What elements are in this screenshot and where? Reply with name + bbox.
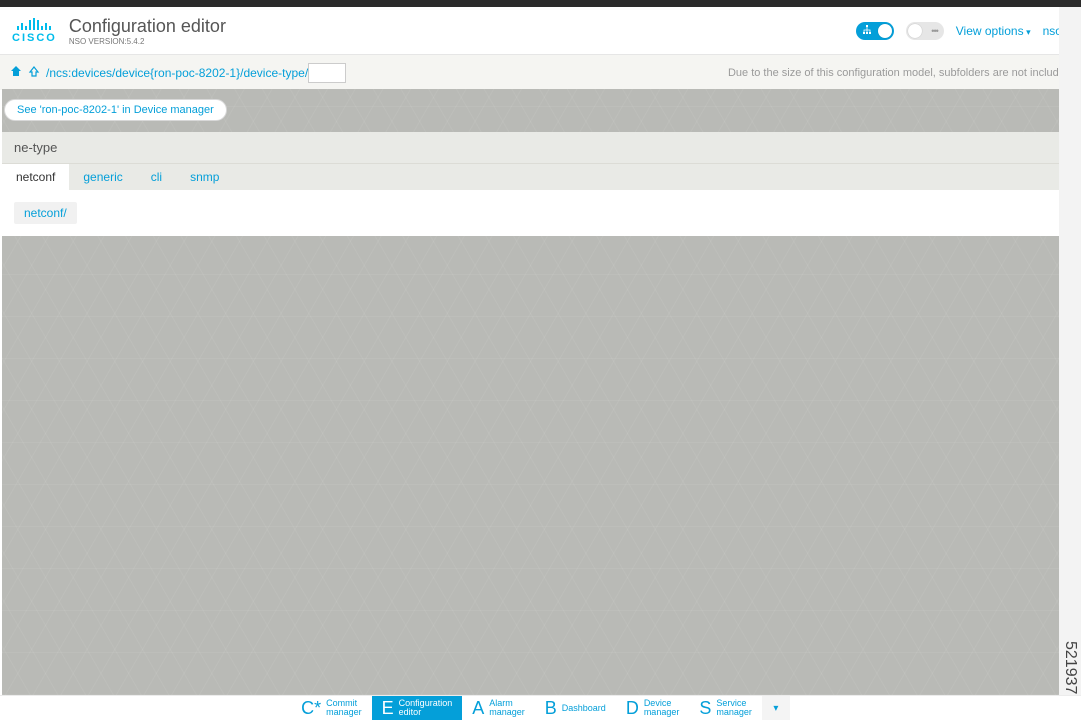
nav-letter: E <box>382 698 394 719</box>
home-icon[interactable] <box>10 65 22 80</box>
cisco-logo: CISCO <box>12 18 57 44</box>
panel-title: ne-type <box>2 132 1059 163</box>
breadcrumb-path[interactable]: /ncs:devices/device{ron-poc-8202-1}/devi… <box>46 66 308 80</box>
panel-body: netconf/ <box>2 190 1059 236</box>
tab-cli[interactable]: cli <box>137 164 176 190</box>
sitemap-icon <box>862 25 872 37</box>
ellipsis-icon: ••• <box>931 26 937 36</box>
page-title: Configuration editor <box>69 16 226 37</box>
app-header: CISCO Configuration editor NSO VERSION:5… <box>0 7 1081 55</box>
chevron-down-icon: ▾ <box>773 703 778 714</box>
nav-service-manager[interactable]: S Servicemanager <box>689 696 762 720</box>
bottom-nav: C* Commitmanager E Configurationeditor A… <box>0 695 1081 720</box>
nav-letter: A <box>472 698 484 719</box>
tab-generic[interactable]: generic <box>69 164 136 190</box>
browser-top-bar <box>0 0 1081 7</box>
nav-letter: S <box>699 698 711 719</box>
tree-toggle[interactable] <box>856 22 894 40</box>
logo-text: CISCO <box>12 32 57 44</box>
scrollbar-track[interactable] <box>1059 7 1081 720</box>
nav-commit-manager[interactable]: C* Commitmanager <box>291 696 372 720</box>
nav-alarm-manager[interactable]: A Alarmmanager <box>462 696 535 720</box>
content-background: See 'ron-poc-8202-1' in Device manager n… <box>2 89 1059 695</box>
title-block: Configuration editor NSO VERSION:5.4.2 <box>69 16 226 46</box>
device-type-tabs: netconf generic cli snmp <box>2 163 1059 190</box>
nav-letter: B <box>545 698 557 719</box>
nav-letter: D <box>626 698 639 719</box>
nav-expand-button[interactable]: ▾ <box>762 696 790 720</box>
nav-device-manager[interactable]: D Devicemanager <box>616 696 690 720</box>
tab-netconf[interactable]: netconf <box>2 164 69 190</box>
nav-letter: C* <box>301 698 321 719</box>
nav-dashboard[interactable]: B Dashboard <box>535 696 616 720</box>
breadcrumb-input[interactable] <box>308 63 346 83</box>
see-in-device-manager-button[interactable]: See 'ron-poc-8202-1' in Device manager <box>4 99 227 121</box>
breadcrumb-note: Due to the size of this configuration mo… <box>728 67 1071 79</box>
view-options-dropdown[interactable]: View options <box>956 24 1031 38</box>
ne-type-panel: ne-type netconf generic cli snmp netconf… <box>2 132 1059 236</box>
mode-toggle[interactable]: ••• <box>906 22 944 40</box>
nso-version: NSO VERSION:5.4.2 <box>69 37 226 46</box>
figure-number: 521937 <box>1061 641 1079 694</box>
nav-configuration-editor[interactable]: E Configurationeditor <box>372 696 463 720</box>
up-icon[interactable] <box>28 65 40 80</box>
breadcrumb-bar: /ncs:devices/device{ron-poc-8202-1}/devi… <box>0 55 1081 90</box>
tab-snmp[interactable]: snmp <box>176 164 233 190</box>
netconf-link[interactable]: netconf/ <box>14 202 77 224</box>
